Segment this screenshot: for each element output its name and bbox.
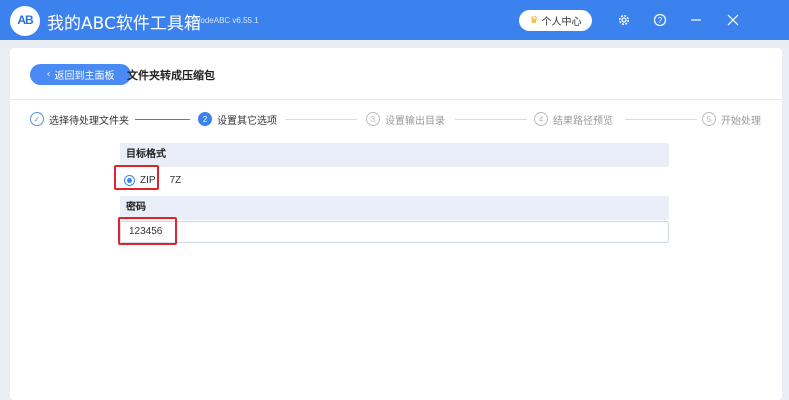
format-heading: 目标格式 <box>120 143 669 167</box>
step-number: 5 <box>702 112 716 126</box>
check-icon: ✓ <box>30 112 44 126</box>
minimize-icon[interactable] <box>687 11 705 29</box>
step-number: 4 <box>534 112 548 126</box>
title-bar: AB 我的ABC软件工具箱 WodeABC v6.55.1 ♛ 个人中心 ? <box>0 0 789 40</box>
step-label: 开始处理 <box>721 115 761 127</box>
close-icon[interactable] <box>724 11 742 29</box>
step-label: 设置其它选项 <box>217 115 277 127</box>
step-select-folder: ✓ 选择待处理文件夹 <box>30 111 129 127</box>
step-number: 2 <box>198 112 212 126</box>
gear-icon[interactable] <box>615 11 633 29</box>
help-icon[interactable]: ? <box>651 11 669 29</box>
password-input[interactable]: 123456 <box>120 221 669 243</box>
highlight-box <box>114 165 159 190</box>
user-center-button[interactable]: ♛ 个人中心 <box>519 10 592 31</box>
back-label: 返回到主面板 <box>54 71 115 82</box>
step-label: 选择待处理文件夹 <box>49 115 129 127</box>
step-connector <box>285 119 357 120</box>
app-logo: AB <box>10 6 40 36</box>
password-section: 密码 123456 <box>120 196 669 243</box>
highlight-box <box>118 217 177 245</box>
format-section: 目标格式 ZIP 7Z <box>120 143 669 193</box>
app-title: 我的ABC软件工具箱 <box>47 14 201 34</box>
back-to-main-button[interactable]: ‹ 返回到主面板 <box>30 64 131 85</box>
step-label: 设置输出目录 <box>385 115 445 127</box>
password-heading: 密码 <box>120 196 669 220</box>
svg-text:?: ? <box>658 16 663 25</box>
step-connector <box>625 119 697 120</box>
page-header: ‹ 返回到主面板 文件夹转成压缩包 <box>10 48 782 100</box>
step-output-dir: 3 设置输出目录 <box>366 111 445 127</box>
step-other-options: 2 设置其它选项 <box>198 111 277 127</box>
step-result-preview: 4 结果路径预览 <box>534 111 613 127</box>
page-title: 文件夹转成压缩包 <box>127 69 215 82</box>
user-center-label: 个人中心 <box>541 17 582 28</box>
step-connector <box>455 119 527 120</box>
main-panel: ‹ 返回到主面板 文件夹转成压缩包 ✓ 选择待处理文件夹 2 设置其它选项 3 … <box>10 48 782 400</box>
format-option-7z[interactable]: 7Z <box>170 175 182 186</box>
format-options: ZIP 7Z <box>120 167 669 193</box>
app-version: WodeABC v6.55.1 <box>193 16 259 25</box>
step-number: 3 <box>366 112 380 126</box>
chevron-left-icon: ‹ <box>46 69 51 80</box>
step-connector <box>135 119 190 120</box>
format-option-label: 7Z <box>169 174 182 186</box>
step-label: 结果路径预览 <box>553 115 613 127</box>
app-logo-text: AB <box>17 13 33 27</box>
step-start: 5 开始处理 <box>702 111 761 127</box>
crown-icon: ♛ <box>529 15 539 26</box>
